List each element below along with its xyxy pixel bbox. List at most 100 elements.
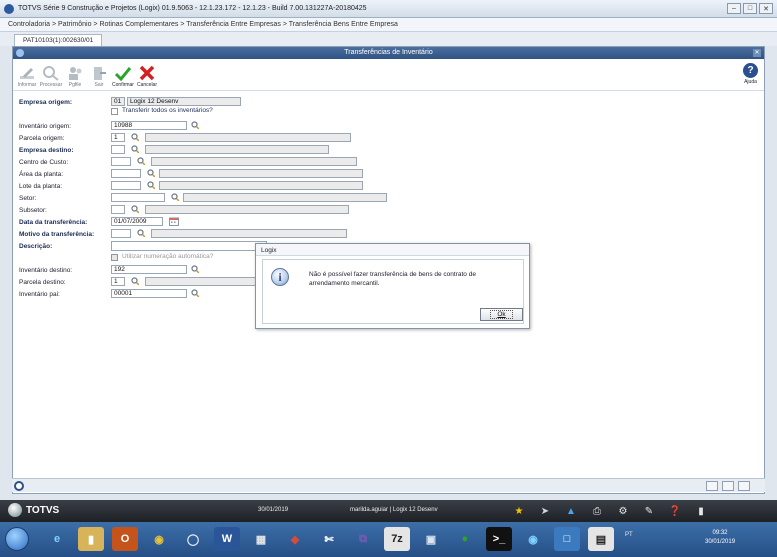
sair-button[interactable]: Sair — [87, 64, 111, 90]
dialog-body: i Não é possível fazer transferência de … — [262, 259, 524, 324]
7zip-icon[interactable]: 7z — [384, 527, 410, 551]
empresa-destino-input[interactable] — [111, 145, 125, 154]
printer-icon[interactable]: ⎙ — [590, 504, 604, 518]
paint-icon[interactable]: ◆ — [282, 527, 308, 551]
parcela-destino-desc — [145, 277, 259, 286]
informar-button[interactable]: Informar — [15, 64, 39, 90]
status-tool-icon[interactable] — [706, 481, 718, 491]
terminal-icon[interactable]: >_ — [486, 527, 512, 551]
office-icon[interactable]: O — [112, 527, 138, 551]
tab-program[interactable]: PAT10103(1):002630/01 — [14, 34, 103, 46]
dialog-message: Não é possível fazer transferência de be… — [309, 271, 476, 287]
frame-title: Transferências de Inventário — [344, 49, 433, 56]
search-icon[interactable] — [131, 133, 139, 141]
area-planta-input[interactable] — [111, 169, 141, 178]
inventario-destino-label: Inventário destino: — [19, 267, 73, 274]
inventario-origem-input[interactable]: 10988 — [111, 121, 187, 130]
cancelar-button[interactable]: Cancelar — [135, 64, 159, 90]
lote-planta-input[interactable] — [111, 181, 141, 190]
search-icon[interactable] — [137, 157, 145, 165]
search-icon[interactable] — [191, 265, 199, 273]
search-icon[interactable] — [137, 229, 145, 237]
toolbar: Informar Processar Pgfile Sair Confirmar — [13, 59, 764, 91]
search-icon[interactable] — [147, 181, 155, 189]
document-icon[interactable]: ▤ — [588, 527, 614, 551]
exit-door-icon — [89, 64, 109, 82]
pin-icon[interactable]: ▲ — [564, 504, 578, 518]
ok-button[interactable]: Ok — [480, 308, 523, 321]
snipping-icon[interactable]: ✄ — [316, 527, 342, 551]
cancel-x-icon — [137, 64, 157, 82]
search-icon[interactable] — [171, 193, 179, 201]
search-icon[interactable] — [191, 121, 199, 129]
pgfile-button[interactable]: Pgfile — [63, 64, 87, 90]
empresa-origem-name: Logix 12 Desenv — [127, 97, 241, 106]
ajuda-button[interactable]: ? Ajuda — [743, 63, 758, 85]
vs-icon[interactable]: ⧉ — [350, 527, 376, 551]
status-chart-icon[interactable] — [722, 481, 734, 491]
start-button[interactable] — [5, 527, 29, 551]
motivo-transferencia-desc — [151, 229, 347, 238]
calculator-icon[interactable]: ▦ — [248, 527, 274, 551]
parcela-destino-input[interactable]: 1 — [111, 277, 125, 286]
lote-planta-label: Lote da planta: — [19, 183, 63, 190]
totvs-app-icon[interactable]: ◯ — [180, 527, 206, 551]
parcela-origem-label: Parcela origem: — [19, 135, 65, 142]
back-arrow-icon[interactable]: ➤ — [538, 504, 552, 518]
breadcrumb: Controladoria > Patrimônio > Rotinas Com… — [0, 18, 777, 32]
data-transferencia-input[interactable]: 01/07/2009 — [111, 217, 163, 226]
setor-label: Setor: — [19, 195, 37, 202]
search-icon[interactable] — [191, 289, 199, 297]
session-date: 30/01/2019 — [258, 507, 289, 513]
info-icon: i — [271, 268, 289, 286]
close-button[interactable]: ✕ — [759, 3, 773, 14]
area-planta-label: Área da planta: — [19, 171, 64, 178]
dialog-title: Logix — [256, 244, 529, 256]
word-icon[interactable]: W — [214, 527, 240, 551]
centro-custo-input[interactable] — [111, 157, 131, 166]
frame-close-icon[interactable]: ✕ — [753, 49, 761, 57]
processar-button[interactable]: Processar — [39, 64, 63, 90]
chrome-icon[interactable]: ◉ — [146, 527, 172, 551]
status-message-icon[interactable] — [738, 481, 750, 491]
gear-icon[interactable]: ⚙ — [616, 504, 630, 518]
network-icon[interactable]: ▣ — [418, 527, 444, 551]
subsetor-input[interactable] — [111, 205, 125, 214]
chat-icon[interactable]: ● — [452, 527, 478, 551]
inventario-pai-input[interactable]: 00001 — [111, 289, 187, 298]
star-icon[interactable]: ★ — [512, 504, 526, 518]
magnifier-icon — [41, 64, 61, 82]
transferir-todos-checkbox[interactable] — [111, 108, 118, 115]
calendar-icon[interactable] — [169, 217, 179, 226]
empresa-origem-code[interactable]: 01 — [111, 97, 125, 106]
centro-custo-desc — [151, 157, 357, 166]
help-circle-icon[interactable]: ❓ — [668, 504, 682, 518]
minimize-button[interactable]: – — [727, 3, 741, 14]
tray-language[interactable]: PT — [625, 532, 633, 538]
maximize-button[interactable]: □ — [743, 3, 757, 14]
totvs-logo[interactable]: TOTVS — [8, 503, 59, 517]
globe-icon[interactable]: ◉ — [520, 527, 546, 551]
search-icon[interactable] — [131, 205, 139, 213]
lock-icon[interactable]: ▮ — [694, 504, 708, 518]
search-icon[interactable] — [131, 145, 139, 153]
setor-input[interactable] — [111, 193, 165, 202]
ie-icon[interactable]: e — [44, 527, 70, 551]
numeracao-auto-checkbox[interactable] — [111, 254, 118, 261]
descricao-input[interactable] — [111, 241, 267, 251]
edit-icon[interactable]: ✎ — [642, 504, 656, 518]
window-app-icon[interactable]: □ — [554, 527, 580, 551]
parcela-origem-input[interactable]: 1 — [111, 133, 125, 142]
search-icon[interactable] — [147, 169, 155, 177]
motivo-transferencia-input[interactable] — [111, 229, 131, 238]
pencil-icon — [17, 64, 37, 82]
folder-icon[interactable]: ▮ — [78, 527, 104, 551]
system-clock[interactable]: 09:32 30/01/2019 — [705, 529, 735, 547]
totvs-bar: TOTVS 30/01/2019 marilda.aguiar | Logix … — [0, 500, 777, 522]
inventario-destino-input[interactable]: 192 — [111, 265, 187, 274]
inventario-origem-label: Inventário origem: — [19, 123, 72, 130]
search-icon[interactable] — [131, 277, 139, 285]
transferir-todos-label: Transferir todos os inventários? — [122, 107, 213, 114]
confirmar-button[interactable]: Confirmar — [111, 64, 135, 90]
subsetor-label: Subsetor: — [19, 207, 47, 214]
